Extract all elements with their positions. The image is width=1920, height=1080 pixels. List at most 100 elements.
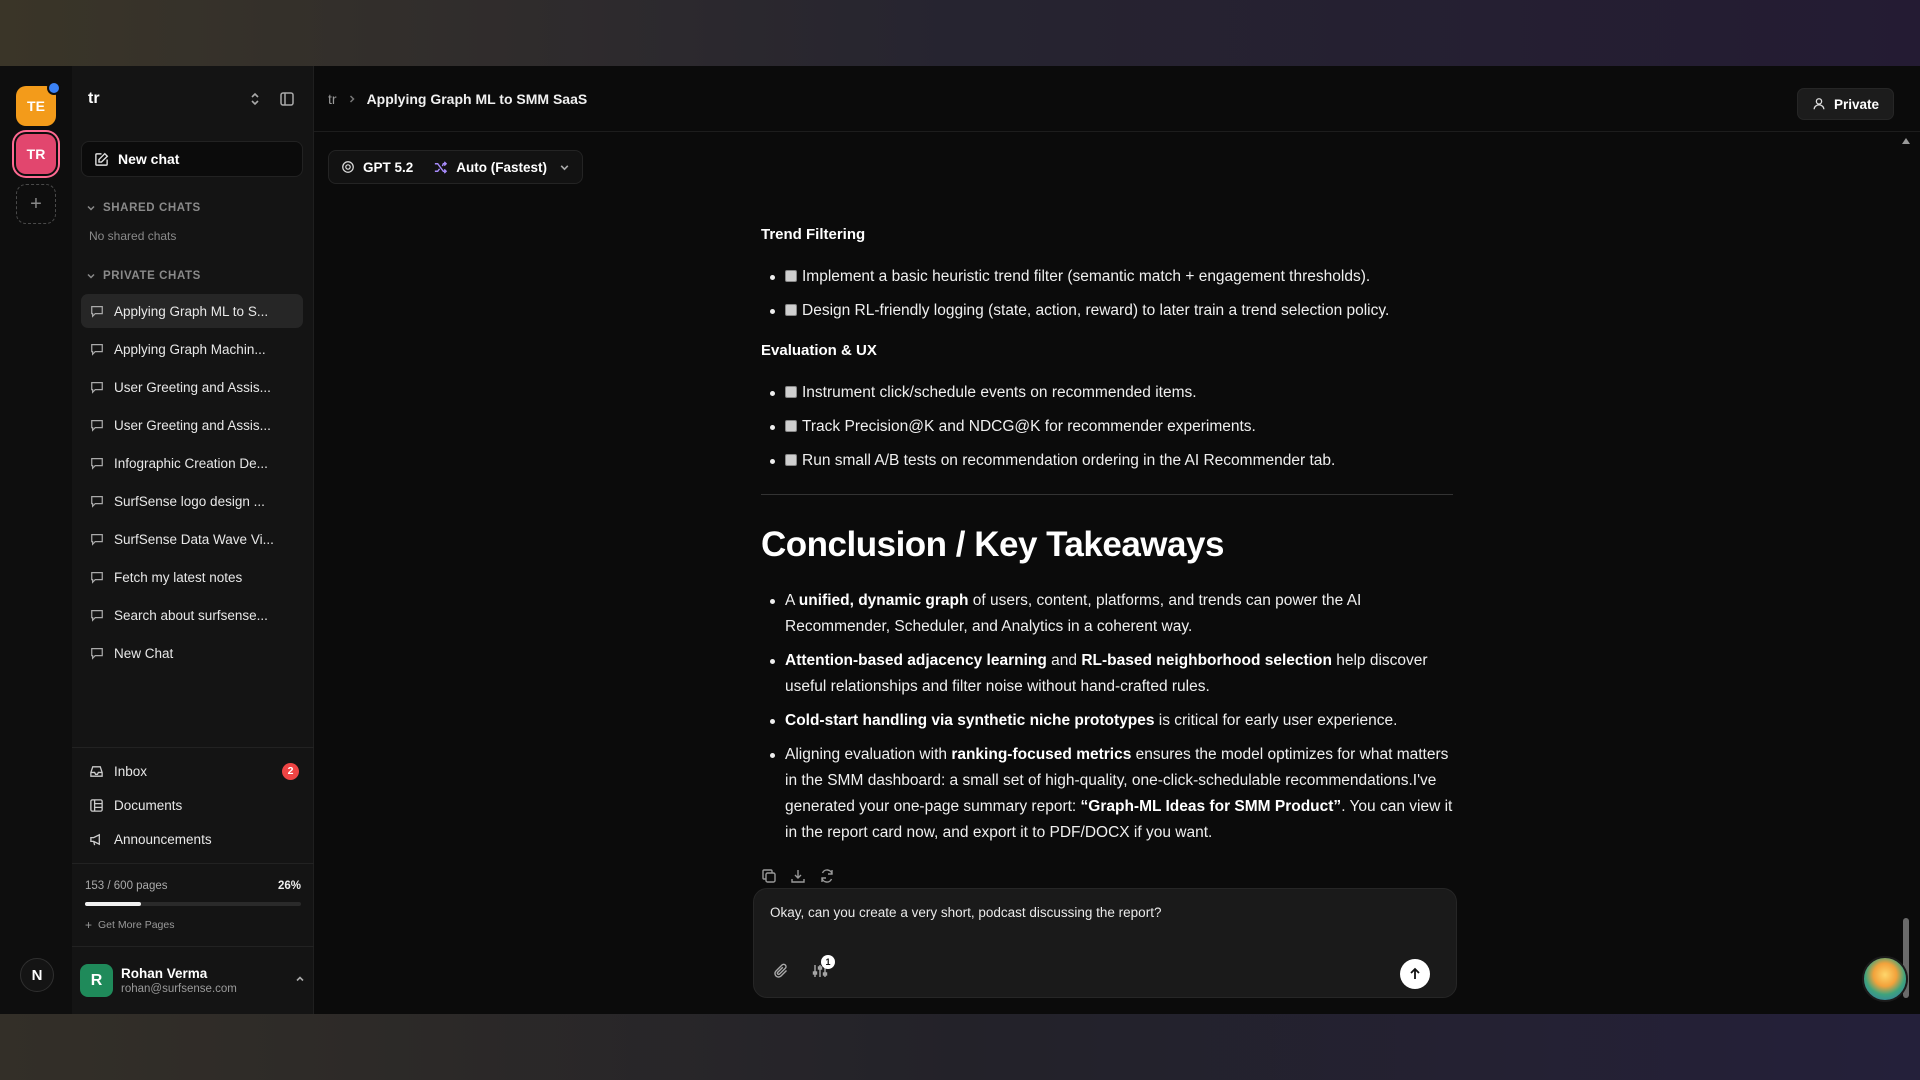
- chevron-right-icon: [347, 94, 357, 104]
- checkbox[interactable]: [785, 304, 797, 316]
- chat-bubble-icon: [91, 648, 103, 660]
- takeaway-item: Attention-based adjacency learning and R…: [761, 648, 1461, 700]
- workspace-tr[interactable]: TR: [16, 134, 56, 174]
- inbox-label: Inbox: [114, 763, 148, 779]
- user-info: Rohan Verma rohan@surfsense.com: [121, 966, 237, 995]
- documents-icon: [90, 798, 103, 812]
- chevron-down-icon: [87, 205, 95, 211]
- documents-link[interactable]: Documents: [89, 793, 299, 817]
- new-chat-label: New chat: [118, 151, 180, 167]
- avatar: R: [80, 964, 113, 997]
- desktop-background: [0, 1014, 1920, 1080]
- checkbox[interactable]: [785, 420, 797, 432]
- message-composer[interactable]: Okay, can you create a very short, podca…: [753, 888, 1457, 998]
- chat-item[interactable]: Fetch my latest notes: [81, 560, 303, 594]
- model-name[interactable]: GPT 5.2: [341, 160, 413, 175]
- task-text: Run small A/B tests on recommendation or…: [802, 452, 1336, 469]
- chat-item-label: Infographic Creation De...: [114, 455, 268, 471]
- sidebar-divider: [72, 747, 314, 748]
- chat-item[interactable]: User Greeting and Assis...: [81, 408, 303, 442]
- chat-item[interactable]: New Chat: [81, 636, 303, 670]
- tools-button[interactable]: 1: [812, 955, 835, 979]
- new-chat-button[interactable]: New chat: [81, 141, 303, 177]
- assistant-avatar-button[interactable]: [1862, 956, 1908, 1002]
- documents-label: Documents: [114, 797, 183, 813]
- add-workspace-button[interactable]: +: [16, 184, 56, 224]
- scroll-up-icon[interactable]: [1902, 138, 1910, 144]
- chat-bubble-icon: [91, 534, 103, 546]
- user-email: rohan@surfsense.com: [121, 983, 237, 995]
- chat-item[interactable]: SurfSense logo design ...: [81, 484, 303, 518]
- get-more-pages-link[interactable]: + Get More Pages: [85, 918, 174, 932]
- user-menu[interactable]: R Rohan Verma rohan@surfsense.com: [72, 946, 314, 1014]
- privacy-button[interactable]: Private: [1796, 88, 1894, 120]
- user-icon: [1813, 98, 1825, 110]
- takeaway-item: Cold-start handling via synthetic niche …: [761, 708, 1461, 734]
- chevron-up-icon: [294, 972, 306, 990]
- chat-item[interactable]: SurfSense Data Wave Vi...: [81, 522, 303, 556]
- checkbox[interactable]: [785, 270, 797, 282]
- shared-chats-empty: No shared chats: [89, 229, 177, 243]
- shared-chats-toggle[interactable]: SHARED CHATS: [86, 202, 201, 214]
- download-icon[interactable]: [790, 868, 806, 884]
- chat-bubble-icon: [91, 344, 103, 356]
- shared-chats-label: SHARED CHATS: [103, 202, 201, 214]
- model-selector[interactable]: GPT 5.2 Auto (Fastest): [328, 150, 584, 184]
- copy-icon[interactable]: [761, 868, 777, 884]
- chat-bubble-icon: [91, 420, 103, 432]
- chat-bubble-icon: [91, 572, 103, 584]
- pages-progress-bar: [85, 902, 301, 906]
- top-bar: tr Applying Graph ML to SMM SaaS Private: [314, 66, 1920, 132]
- chat-item[interactable]: Search about surfsense...: [81, 598, 303, 632]
- composer-input[interactable]: Okay, can you create a very short, podca…: [770, 905, 1161, 920]
- inbox-count-badge: 2: [282, 762, 299, 780]
- collapse-sidebar-icon[interactable]: [276, 88, 298, 110]
- workspace-te[interactable]: TE: [16, 81, 61, 126]
- chat-item[interactable]: Applying Graph Machin...: [81, 332, 303, 366]
- sidebar-header: tr: [72, 66, 314, 132]
- chevron-down-icon: [559, 162, 570, 173]
- inbox-link[interactable]: Inbox 2: [89, 759, 299, 783]
- tools-count-badge: 1: [821, 955, 835, 969]
- scrollbar[interactable]: [1902, 138, 1910, 1008]
- checkbox[interactable]: [785, 454, 797, 466]
- conclusion-heading: Conclusion / Key Takeaways: [761, 525, 1224, 564]
- pages-usage-label: 153 / 600 pages: [85, 880, 168, 892]
- plus-icon: +: [85, 918, 93, 932]
- model-mode[interactable]: Auto (Fastest): [433, 160, 547, 175]
- announcements-link[interactable]: Announcements: [89, 827, 299, 851]
- regenerate-icon[interactable]: [819, 868, 835, 884]
- takeaway-item: Aligning evaluation with ranking-focused…: [761, 742, 1461, 846]
- task-text: Instrument click/schedule events on reco…: [802, 384, 1197, 401]
- chat-item-label: SurfSense logo design ...: [114, 493, 265, 509]
- workspace-initials: TR: [26, 146, 46, 162]
- task-item: Instrument click/schedule events on reco…: [761, 376, 1461, 410]
- model-mode-label: Auto (Fastest): [456, 159, 548, 175]
- chat-item-label: Fetch my latest notes: [114, 569, 243, 585]
- task-text: Track Precision@K and NDCG@K for recomme…: [802, 418, 1256, 435]
- switch-workspace-icon[interactable]: [244, 88, 266, 110]
- task-text: Implement a basic heuristic trend filter…: [802, 268, 1371, 285]
- edit-icon: [95, 152, 109, 166]
- chat-item[interactable]: User Greeting and Assis...: [81, 370, 303, 404]
- model-name-label: GPT 5.2: [363, 159, 414, 175]
- pages-progress-fill: [85, 902, 142, 906]
- app-logo-button[interactable]: N: [20, 958, 54, 992]
- send-button[interactable]: [1400, 959, 1430, 989]
- chat-bubble-icon: [91, 610, 103, 622]
- message-actions: [761, 868, 1461, 884]
- inbox-icon: [90, 765, 103, 777]
- shuffle-icon: [435, 160, 448, 174]
- checkbox[interactable]: [785, 386, 797, 398]
- workspace-title: tr: [88, 90, 100, 107]
- pages-usage: 153 / 600 pages 26%: [85, 880, 301, 892]
- pages-usage-percent: 26%: [277, 880, 301, 892]
- paperclip-icon[interactable]: [773, 963, 789, 979]
- chat-item[interactable]: Infographic Creation De...: [81, 446, 303, 480]
- breadcrumb-current: Applying Graph ML to SMM SaaS: [366, 90, 588, 107]
- private-chats-toggle[interactable]: PRIVATE CHATS: [86, 270, 201, 282]
- megaphone-icon: [90, 833, 100, 845]
- breadcrumb-root[interactable]: tr: [328, 91, 337, 107]
- task-item: Run small A/B tests on recommendation or…: [761, 444, 1461, 478]
- chat-item[interactable]: Applying Graph ML to S...: [81, 294, 303, 328]
